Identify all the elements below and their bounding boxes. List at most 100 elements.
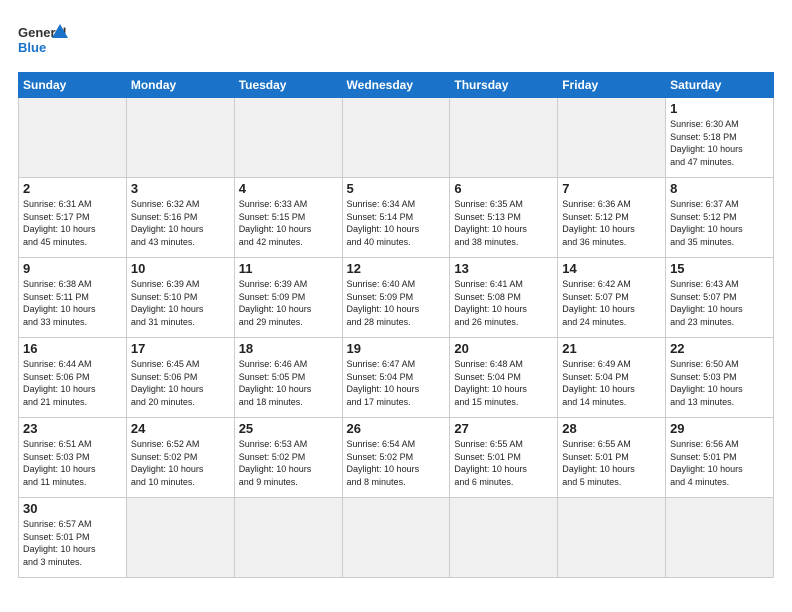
table-row: 22 Sunrise: 6:50 AM Sunset: 5:03 PM Dayli…	[666, 338, 774, 418]
day-number: 24	[131, 421, 230, 436]
table-row: 19 Sunrise: 6:47 AM Sunset: 5:04 PM Dayli…	[342, 338, 450, 418]
day-info: Sunrise: 6:55 AM Sunset: 5:01 PM Dayligh…	[454, 438, 553, 488]
day-info: Sunrise: 6:37 AM Sunset: 5:12 PM Dayligh…	[670, 198, 769, 248]
day-number: 25	[239, 421, 338, 436]
table-row: 18 Sunrise: 6:46 AM Sunset: 5:05 PM Dayli…	[234, 338, 342, 418]
day-info: Sunrise: 6:39 AM Sunset: 5:09 PM Dayligh…	[239, 278, 338, 328]
day-number: 1	[670, 101, 769, 116]
day-number: 23	[23, 421, 122, 436]
table-row	[234, 98, 342, 178]
table-row: 24Sunrise: 6:52 AM Sunset: 5:02 PM Dayli…	[126, 418, 234, 498]
day-info: Sunrise: 6:51 AM Sunset: 5:03 PM Dayligh…	[23, 438, 122, 488]
day-info: Sunrise: 6:31 AM Sunset: 5:17 PM Dayligh…	[23, 198, 122, 248]
day-number: 11	[239, 261, 338, 276]
day-info: Sunrise: 6:49 AM Sunset: 5:04 PM Dayligh…	[562, 358, 661, 408]
table-row: 27 Sunrise: 6:55 AM Sunset: 5:01 PM Dayli…	[450, 418, 558, 498]
day-info: Sunrise: 6:48 AM Sunset: 5:04 PM Dayligh…	[454, 358, 553, 408]
day-info: Sunrise: 6:46 AM Sunset: 5:05 PM Dayligh…	[239, 358, 338, 408]
day-number: 5	[347, 181, 446, 196]
day-number: 7	[562, 181, 661, 196]
table-row: 23 Sunrise: 6:51 AM Sunset: 5:03 PM Dayli…	[19, 418, 127, 498]
table-row	[342, 498, 450, 578]
col-thursday: Thursday	[450, 73, 558, 98]
table-row: 6Sunrise: 6:35 AM Sunset: 5:13 PM Daylig…	[450, 178, 558, 258]
day-info: Sunrise: 6:45 AM Sunset: 5:06 PM Dayligh…	[131, 358, 230, 408]
table-row	[234, 498, 342, 578]
table-row: 10 Sunrise: 6:39 AM Sunset: 5:10 PM Dayli…	[126, 258, 234, 338]
table-row	[342, 98, 450, 178]
day-number: 10	[131, 261, 230, 276]
table-row: 14 Sunrise: 6:42 AM Sunset: 5:07 PM Dayli…	[558, 258, 666, 338]
table-row: 28Sunrise: 6:55 AM Sunset: 5:01 PM Dayli…	[558, 418, 666, 498]
day-info: Sunrise: 6:40 AM Sunset: 5:09 PM Dayligh…	[347, 278, 446, 328]
calendar: Sunday Monday Tuesday Wednesday Thursday…	[18, 72, 774, 578]
table-row: 3Sunrise: 6:32 AM Sunset: 5:16 PM Daylig…	[126, 178, 234, 258]
table-row	[666, 498, 774, 578]
day-info: Sunrise: 6:36 AM Sunset: 5:12 PM Dayligh…	[562, 198, 661, 248]
table-row: 29 Sunrise: 6:56 AM Sunset: 5:01 PM Dayli…	[666, 418, 774, 498]
day-number: 3	[131, 181, 230, 196]
day-info: Sunrise: 6:53 AM Sunset: 5:02 PM Dayligh…	[239, 438, 338, 488]
header: General Blue	[18, 18, 774, 62]
day-info: Sunrise: 6:56 AM Sunset: 5:01 PM Dayligh…	[670, 438, 769, 488]
day-number: 13	[454, 261, 553, 276]
day-number: 15	[670, 261, 769, 276]
day-info: Sunrise: 6:43 AM Sunset: 5:07 PM Dayligh…	[670, 278, 769, 328]
table-row	[558, 98, 666, 178]
table-row	[558, 498, 666, 578]
table-row: 7 Sunrise: 6:36 AM Sunset: 5:12 PM Daylig…	[558, 178, 666, 258]
calendar-header-row: Sunday Monday Tuesday Wednesday Thursday…	[19, 73, 774, 98]
day-info: Sunrise: 6:38 AM Sunset: 5:11 PM Dayligh…	[23, 278, 122, 328]
table-row: 20 Sunrise: 6:48 AM Sunset: 5:04 PM Dayli…	[450, 338, 558, 418]
col-friday: Friday	[558, 73, 666, 98]
day-info: Sunrise: 6:50 AM Sunset: 5:03 PM Dayligh…	[670, 358, 769, 408]
day-info: Sunrise: 6:54 AM Sunset: 5:02 PM Dayligh…	[347, 438, 446, 488]
col-saturday: Saturday	[666, 73, 774, 98]
calendar-week-row: 9 Sunrise: 6:38 AM Sunset: 5:11 PM Daylig…	[19, 258, 774, 338]
day-number: 17	[131, 341, 230, 356]
col-sunday: Sunday	[19, 73, 127, 98]
day-number: 22	[670, 341, 769, 356]
calendar-week-row: 1Sunrise: 6:30 AM Sunset: 5:18 PM Daylig…	[19, 98, 774, 178]
day-info: Sunrise: 6:42 AM Sunset: 5:07 PM Dayligh…	[562, 278, 661, 328]
table-row	[19, 98, 127, 178]
day-number: 2	[23, 181, 122, 196]
svg-text:Blue: Blue	[18, 40, 46, 55]
table-row: 5Sunrise: 6:34 AM Sunset: 5:14 PM Daylig…	[342, 178, 450, 258]
day-number: 20	[454, 341, 553, 356]
day-number: 19	[347, 341, 446, 356]
table-row: 1Sunrise: 6:30 AM Sunset: 5:18 PM Daylig…	[666, 98, 774, 178]
table-row	[126, 98, 234, 178]
day-info: Sunrise: 6:41 AM Sunset: 5:08 PM Dayligh…	[454, 278, 553, 328]
day-number: 26	[347, 421, 446, 436]
day-info: Sunrise: 6:35 AM Sunset: 5:13 PM Dayligh…	[454, 198, 553, 248]
day-number: 14	[562, 261, 661, 276]
table-row	[126, 498, 234, 578]
page: General Blue Sunday Monday Tuesday Wedne…	[0, 0, 792, 588]
day-info: Sunrise: 6:39 AM Sunset: 5:10 PM Dayligh…	[131, 278, 230, 328]
table-row: 11 Sunrise: 6:39 AM Sunset: 5:09 PM Dayli…	[234, 258, 342, 338]
col-wednesday: Wednesday	[342, 73, 450, 98]
day-number: 29	[670, 421, 769, 436]
logo-svg: General Blue	[18, 18, 68, 62]
calendar-week-row: 2 Sunrise: 6:31 AM Sunset: 5:17 PM Daylig…	[19, 178, 774, 258]
day-info: Sunrise: 6:57 AM Sunset: 5:01 PM Dayligh…	[23, 518, 122, 568]
table-row: 17 Sunrise: 6:45 AM Sunset: 5:06 PM Dayli…	[126, 338, 234, 418]
table-row	[450, 98, 558, 178]
table-row: 13 Sunrise: 6:41 AM Sunset: 5:08 PM Dayli…	[450, 258, 558, 338]
day-number: 8	[670, 181, 769, 196]
table-row: 21Sunrise: 6:49 AM Sunset: 5:04 PM Dayli…	[558, 338, 666, 418]
day-number: 9	[23, 261, 122, 276]
calendar-week-row: 30 Sunrise: 6:57 AM Sunset: 5:01 PM Dayli…	[19, 498, 774, 578]
day-number: 12	[347, 261, 446, 276]
col-tuesday: Tuesday	[234, 73, 342, 98]
day-info: Sunrise: 6:44 AM Sunset: 5:06 PM Dayligh…	[23, 358, 122, 408]
day-number: 27	[454, 421, 553, 436]
table-row: 2 Sunrise: 6:31 AM Sunset: 5:17 PM Daylig…	[19, 178, 127, 258]
table-row: 16Sunrise: 6:44 AM Sunset: 5:06 PM Dayli…	[19, 338, 127, 418]
calendar-week-row: 16Sunrise: 6:44 AM Sunset: 5:06 PM Dayli…	[19, 338, 774, 418]
day-info: Sunrise: 6:55 AM Sunset: 5:01 PM Dayligh…	[562, 438, 661, 488]
day-info: Sunrise: 6:47 AM Sunset: 5:04 PM Dayligh…	[347, 358, 446, 408]
day-number: 30	[23, 501, 122, 516]
day-number: 18	[239, 341, 338, 356]
